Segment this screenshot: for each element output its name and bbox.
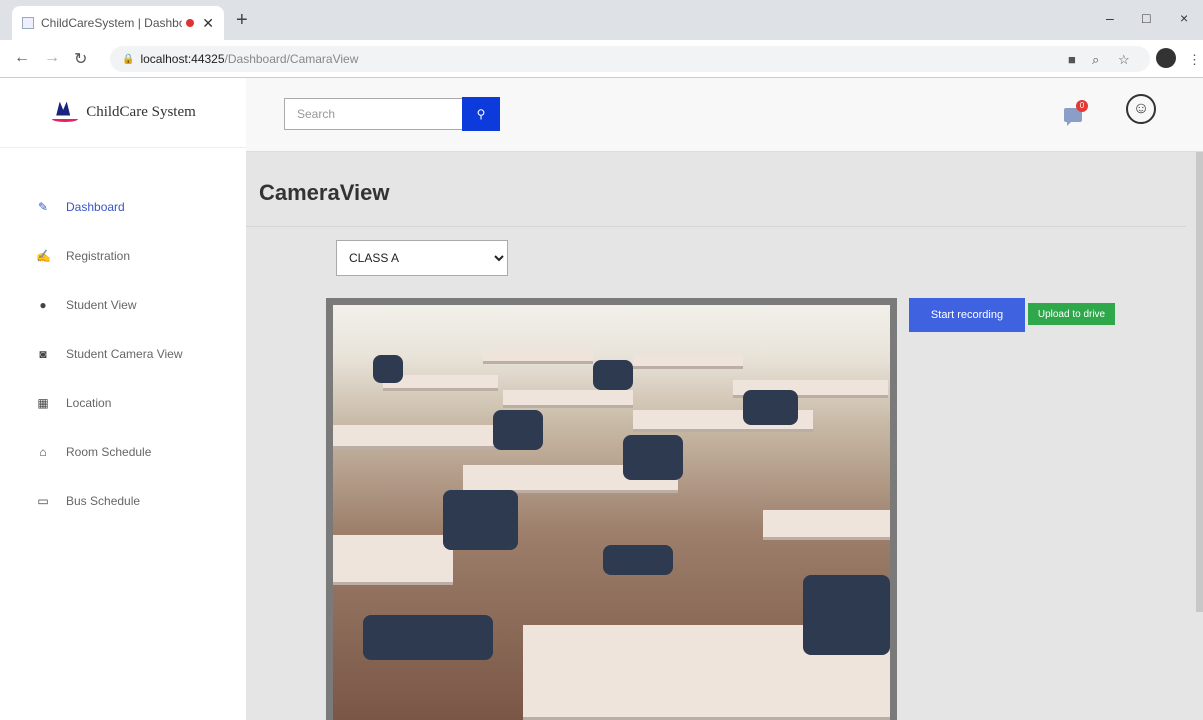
map-icon: ▦ (37, 395, 49, 410)
divider (246, 226, 1186, 227)
sidebar-item-label: Student Camera View (66, 346, 183, 361)
sidebar-menu: ✎ Dashboard ✍ Registration ● Student Vie… (0, 182, 246, 525)
reload-icon[interactable]: ↻ (74, 49, 87, 69)
bus-icon: ▭ (37, 493, 49, 508)
sidebar-item-student-camera-view[interactable]: ◙ Student Camera View (0, 329, 246, 378)
browser-profile-avatar[interactable] (1156, 48, 1176, 68)
sidebar-item-room-schedule[interactable]: ⌂ Room Schedule (0, 427, 246, 476)
sidebar-item-dashboard[interactable]: ✎ Dashboard (0, 182, 246, 231)
address-bar: ← → ↻ 🔒 localhost:44325 /Dashboard/Camar… (0, 40, 1203, 78)
page-scrollbar[interactable] (1196, 152, 1203, 612)
notification-button[interactable]: 0 (1064, 100, 1088, 126)
sidebar-item-bus-schedule[interactable]: ▭ Bus Schedule (0, 476, 246, 525)
sidebar-item-student-view[interactable]: ● Student View (0, 280, 246, 329)
user-icon: ● (39, 297, 47, 312)
sidebar: ChildCare System ✎ Dashboard ✍ Registrat… (0, 78, 246, 720)
forward-icon[interactable]: → (44, 49, 60, 67)
sidebar-item-label: Registration (66, 248, 131, 263)
bookmark-star-icon[interactable]: ☆ (1118, 52, 1130, 68)
sidebar-item-label: Dashboard (66, 199, 125, 214)
url-path: /Dashboard/CamaraView (224, 52, 359, 66)
sidebar-item-label: Bus Schedule (66, 493, 141, 508)
restore-button[interactable]: □ (1142, 10, 1150, 26)
favicon-icon (22, 17, 34, 29)
tab-title: ChildCareSystem | Dashboa (41, 16, 183, 30)
camera-feed-image (333, 305, 890, 720)
url-host: localhost:44325 (140, 52, 225, 66)
upload-to-drive-button[interactable]: Upload to drive (1028, 303, 1115, 325)
home-icon: ⌂ (39, 444, 47, 459)
recording-dot-icon (186, 19, 195, 27)
main-content: CameraView CLASS A Start recording Uploa… (246, 152, 1203, 720)
search-button[interactable]: ⚲ (462, 97, 500, 131)
browser-tab-bar: ChildCareSystem | Dashboa ✕ + – □ × (0, 0, 1203, 40)
brand[interactable]: ChildCare System (0, 78, 246, 148)
user-account-icon[interactable]: ☺ (1126, 94, 1156, 124)
sidebar-item-location[interactable]: ▦ Location (0, 378, 246, 427)
camera-frame (326, 298, 897, 720)
search-input[interactable] (284, 98, 462, 130)
minimize-button[interactable]: – (1106, 10, 1114, 26)
browser-tab[interactable]: ChildCareSystem | Dashboa ✕ (12, 6, 224, 40)
top-bar: ⚲ 0 ☺ (246, 78, 1203, 152)
camera-icon: ◙ (39, 346, 47, 361)
search-icon: ⚲ (476, 107, 486, 121)
back-icon[interactable]: ← (14, 49, 30, 67)
edit-icon: ✎ (37, 199, 49, 214)
notification-badge: 0 (1076, 100, 1088, 112)
brand-name: ChildCare System (86, 104, 196, 120)
zoom-icon[interactable]: ⌕ (1092, 52, 1099, 68)
sidebar-item-label: Student View (66, 297, 137, 312)
browser-menu-icon[interactable]: ⋮ (1188, 52, 1201, 68)
camera-indicator-icon[interactable]: ■ (1068, 52, 1076, 67)
sidebar-item-label: Room Schedule (66, 444, 152, 459)
lock-icon: 🔒 (122, 53, 135, 65)
close-window-button[interactable]: × (1180, 10, 1188, 26)
page-title: CameraView (259, 180, 390, 205)
class-select[interactable]: CLASS A (336, 240, 508, 276)
start-recording-button[interactable]: Start recording (909, 298, 1025, 332)
sidebar-item-label: Location (66, 395, 112, 410)
sidebar-item-registration[interactable]: ✍ Registration (0, 231, 246, 280)
tab-close-icon[interactable]: ✕ (202, 15, 214, 32)
register-icon: ✍ (36, 248, 51, 263)
url-field[interactable]: 🔒 localhost:44325 /Dashboard/CamaraView (110, 46, 1150, 72)
new-tab-button[interactable]: + (236, 10, 248, 30)
brand-logo-icon (50, 101, 80, 124)
